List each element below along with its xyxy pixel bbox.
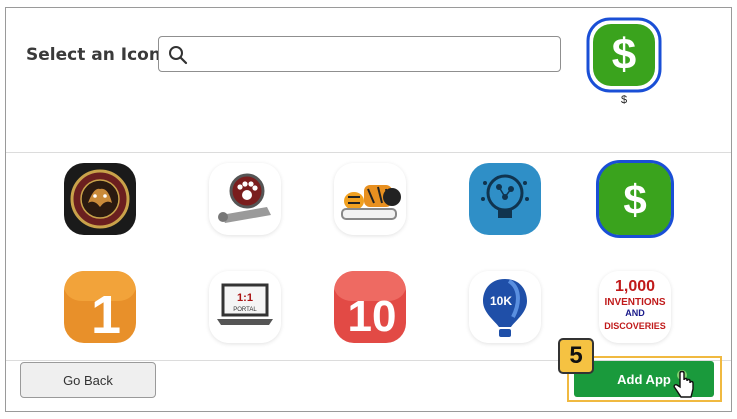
portal-line2: PORTAL	[233, 307, 257, 313]
hand-cursor-icon	[673, 370, 694, 398]
dialog-title: Select an Icon	[26, 45, 161, 65]
number-one-glyph: 1	[91, 285, 121, 343]
icon-option-number-ten[interactable]: 10	[334, 271, 406, 343]
search-icon	[169, 46, 188, 65]
inventions-line3: AND	[625, 308, 645, 318]
icon-option-tiger-reading[interactable]	[334, 163, 406, 235]
go-back-button[interactable]: Go Back	[20, 362, 156, 398]
icon-option-lightbulb[interactable]	[469, 163, 541, 235]
tiger-reading-icon	[334, 163, 406, 235]
icon-option-number-one[interactable]: 1	[64, 271, 136, 343]
search-input[interactable]	[195, 41, 555, 67]
inventions-book-icon: 1,000 INVENTIONS AND DISCOVERIES	[599, 271, 671, 343]
one-to-one-portal-icon: 1:1 PORTAL	[209, 271, 281, 343]
icon-grid: $ 1 1:1 PORTAL 10 10K 1,000 INVENTIONS A…	[6, 153, 731, 358]
inventions-line4: DISCOVERIES	[604, 321, 666, 331]
icon-option-10k-balloon[interactable]: 10K	[469, 271, 541, 343]
number-ten-icon: 10	[334, 271, 406, 343]
icon-option-cash-app[interactable]: $	[596, 160, 674, 238]
balloon-glyph: 10K	[490, 294, 512, 308]
step-number-badge: 5	[558, 338, 594, 374]
10k-balloon-icon: 10K	[469, 271, 541, 343]
icon-picker-dialog: Select an Icon $ $ $ 1 1:1 PORTAL 10 10K…	[5, 7, 732, 412]
icon-option-inventions-book[interactable]: 1,000 INVENTIONS AND DISCOVERIES	[599, 271, 671, 343]
icon-option-paw-film[interactable]	[209, 163, 281, 235]
portal-line1: 1:1	[237, 292, 253, 304]
school-crest-icon	[64, 163, 136, 235]
preview-label: $	[620, 94, 628, 106]
lightbulb-ideas-icon	[469, 163, 541, 235]
inventions-line2: INVENTIONS	[604, 297, 665, 308]
selected-icon-preview: $	[586, 17, 662, 93]
inventions-line1: 1,000	[615, 278, 655, 295]
icon-option-one-to-one-portal[interactable]: 1:1 PORTAL	[209, 271, 281, 343]
selected-ring	[596, 160, 674, 238]
paw-film-icon	[209, 163, 281, 235]
icon-search-box[interactable]	[158, 36, 561, 72]
number-one-icon: 1	[64, 271, 136, 343]
dialog-header: Select an Icon $ $	[6, 8, 731, 153]
number-ten-glyph: 10	[348, 292, 397, 341]
preview-glyph: $	[612, 30, 636, 79]
icon-option-school-crest[interactable]	[64, 163, 136, 235]
